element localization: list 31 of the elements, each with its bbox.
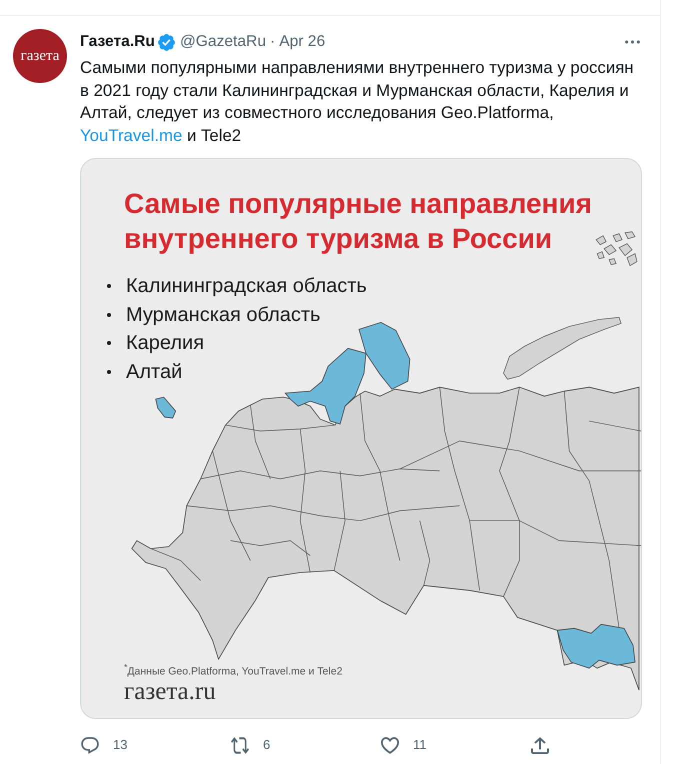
author-name[interactable]: Газета.Ru — [80, 33, 155, 51]
source-footnote: $^{*}$Данные Geo.Platforma, YouTravel.me и Tele2 — [124, 660, 342, 678]
tweet-date[interactable]: Apr 26 — [279, 33, 326, 51]
bullet-icon — [107, 312, 111, 317]
bullet-icon — [107, 284, 111, 288]
separator-dot: · — [270, 33, 276, 51]
destination-item: Мурманская область — [126, 302, 320, 328]
publisher-logo: газета.ru — [124, 678, 216, 706]
bullet-icon — [107, 370, 111, 374]
highlighted-region — [155, 396, 176, 418]
destination-item: Калининградская область — [126, 274, 367, 299]
reply-button[interactable]: 13 — [80, 736, 128, 754]
avatar-logo[interactable]: газета — [13, 29, 67, 83]
heart-icon — [381, 736, 399, 754]
island-drawing — [596, 231, 638, 266]
tweet-text: Самыми популярными направлениями внутреннего туризма у россиян в 2021 году стали Калининградская и Мурманская области, Карелия и Алтай, следует из совместного исследования Geo.Platforma, YouTravel.me и Tele2 — [80, 57, 635, 146]
destination-item: Алтай — [126, 360, 182, 384]
like-button[interactable]: 11 — [380, 736, 426, 754]
share-button[interactable] — [530, 736, 549, 754]
infographic-card[interactable]: Самые популярные направления внутреннего туризма в России Калининградская область Мурманская область Карелия Алтай $^{*}$Данные Geo.Platforma, YouTravel.me и Tele2 газета.ru — [80, 158, 642, 719]
speech-bubble-icon — [81, 736, 99, 754]
bullet-icon — [107, 341, 111, 346]
tweet-link[interactable]: YouTravel.me — [80, 126, 182, 144]
retweet-button[interactable]: 6 — [230, 736, 270, 754]
more-button[interactable] — [625, 40, 640, 44]
author-handle[interactable]: @GazetaRu — [180, 33, 266, 51]
repeat-arrows-icon — [231, 736, 249, 754]
more-icon — [625, 40, 640, 44]
upload-arrow-icon — [531, 736, 549, 754]
destination-item: Карелия — [126, 331, 204, 356]
infographic-title: Самые популярные направления внутреннего туризма в России — [124, 187, 592, 256]
